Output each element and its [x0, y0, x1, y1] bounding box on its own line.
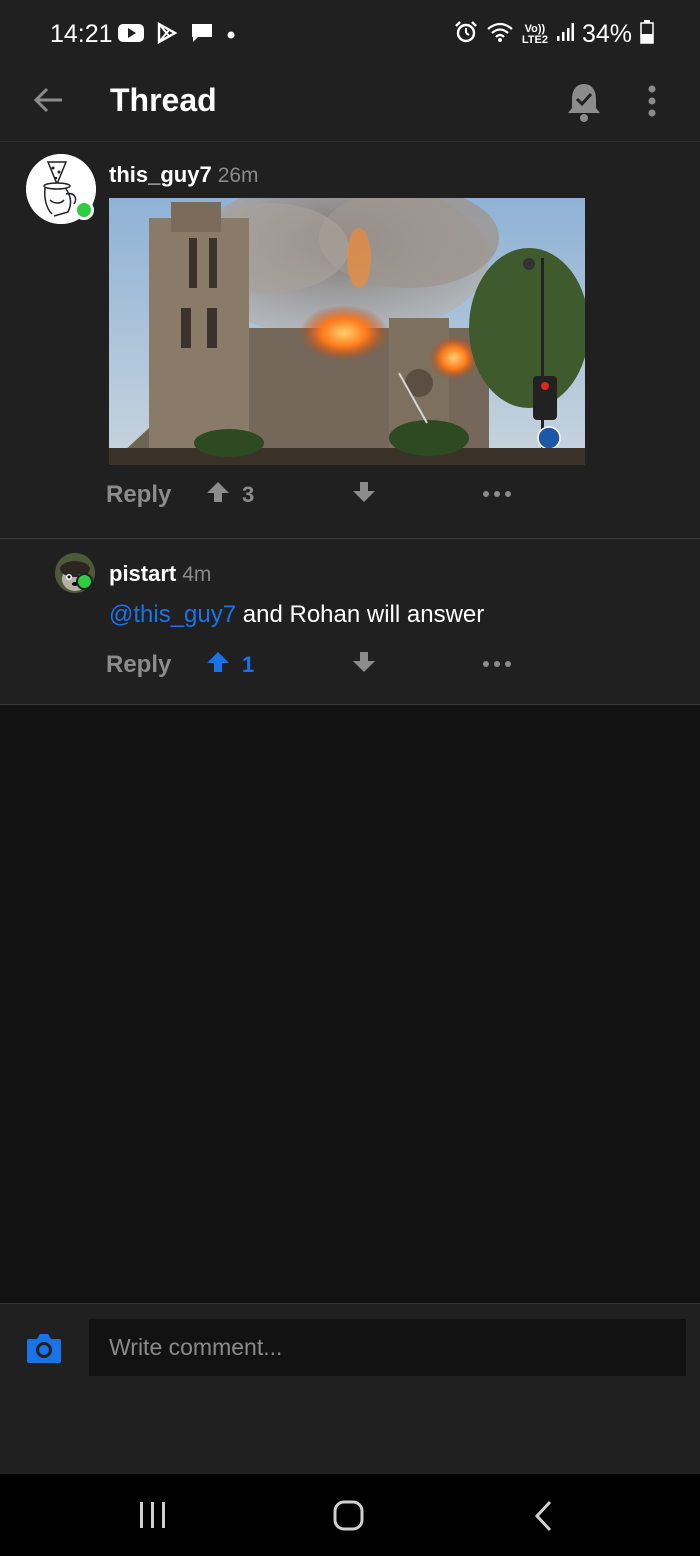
timestamp: 4m	[182, 563, 212, 586]
arrow-up-icon	[206, 650, 230, 679]
notification-icons	[118, 21, 236, 49]
more-options-button[interactable]	[636, 80, 668, 124]
comment-header: pistart 4m	[109, 561, 211, 587]
comment-header: this_guy7 26m	[109, 162, 259, 188]
online-indicator	[76, 573, 93, 590]
upvote-button[interactable]: 1	[206, 650, 352, 679]
user-mention-link[interactable]: @this_guy7	[109, 601, 236, 628]
username[interactable]: this_guy7	[109, 162, 212, 188]
arrow-down-icon	[352, 482, 376, 508]
volte-lte2-icon: Vo)) LTE2	[521, 22, 548, 46]
downvote-button[interactable]	[352, 650, 482, 679]
youtube-icon	[118, 23, 144, 48]
message-icon	[190, 22, 214, 49]
more-horiz-icon	[482, 486, 512, 503]
status-bar: 14:21 Vo)) LTE2 34%	[0, 0, 700, 68]
comment-body-text: and Rohan will answer	[236, 601, 485, 628]
more-horiz-icon	[482, 656, 512, 673]
camera-icon	[26, 1334, 62, 1368]
back-button[interactable]	[28, 82, 68, 122]
comment-input[interactable]	[89, 1319, 686, 1376]
arrow-down-icon	[352, 652, 376, 678]
comment-reply: pistart 4m @this_guy7 and Rohan will ans…	[0, 539, 700, 705]
vote-count: 1	[242, 651, 255, 677]
reply-button[interactable]: Reply	[106, 481, 206, 509]
system-navigation-bar	[0, 1474, 700, 1556]
back-arrow-icon	[32, 86, 64, 119]
play-store-icon	[156, 21, 178, 49]
reply-button[interactable]: Reply	[106, 651, 206, 679]
more-vert-icon	[636, 85, 668, 128]
recents-button[interactable]	[138, 1500, 168, 1535]
signal-icon	[556, 22, 574, 47]
attach-photo-button[interactable]	[26, 1332, 62, 1364]
upvote-button[interactable]: 3	[206, 480, 352, 509]
status-time: 14:21	[50, 20, 113, 48]
timestamp: 26m	[217, 164, 259, 187]
online-indicator	[74, 200, 94, 220]
bell-check-icon	[564, 84, 604, 128]
comment: this_guy7 26m Reply 3	[0, 142, 700, 539]
comment-actions: Reply 1	[106, 650, 522, 679]
username[interactable]: pistart	[109, 561, 176, 587]
system-status: Vo)) LTE2 34%	[454, 20, 654, 49]
comment-options-button[interactable]	[482, 486, 522, 504]
comment-options-button[interactable]	[482, 656, 522, 674]
notre-dame-fire-photo[interactable]	[109, 198, 585, 465]
comment-text: @this_guy7 and Rohan will answer	[109, 601, 484, 629]
battery-icon	[640, 20, 654, 49]
alarm-icon	[454, 20, 478, 49]
home-button[interactable]	[333, 1500, 365, 1537]
comment-actions: Reply 3	[106, 480, 522, 509]
arrow-up-icon	[206, 480, 230, 509]
wifi-icon	[486, 21, 514, 48]
comment-composer	[0, 1303, 700, 1474]
page-title: Thread	[110, 82, 217, 118]
app-bar: Thread	[0, 68, 700, 142]
battery-percent: 34%	[581, 20, 632, 48]
notification-subscribe-button[interactable]	[564, 80, 604, 124]
dot-icon	[226, 27, 236, 45]
vote-count: 3	[242, 481, 255, 507]
downvote-button[interactable]	[352, 480, 482, 509]
nav-back-button[interactable]	[532, 1500, 556, 1537]
